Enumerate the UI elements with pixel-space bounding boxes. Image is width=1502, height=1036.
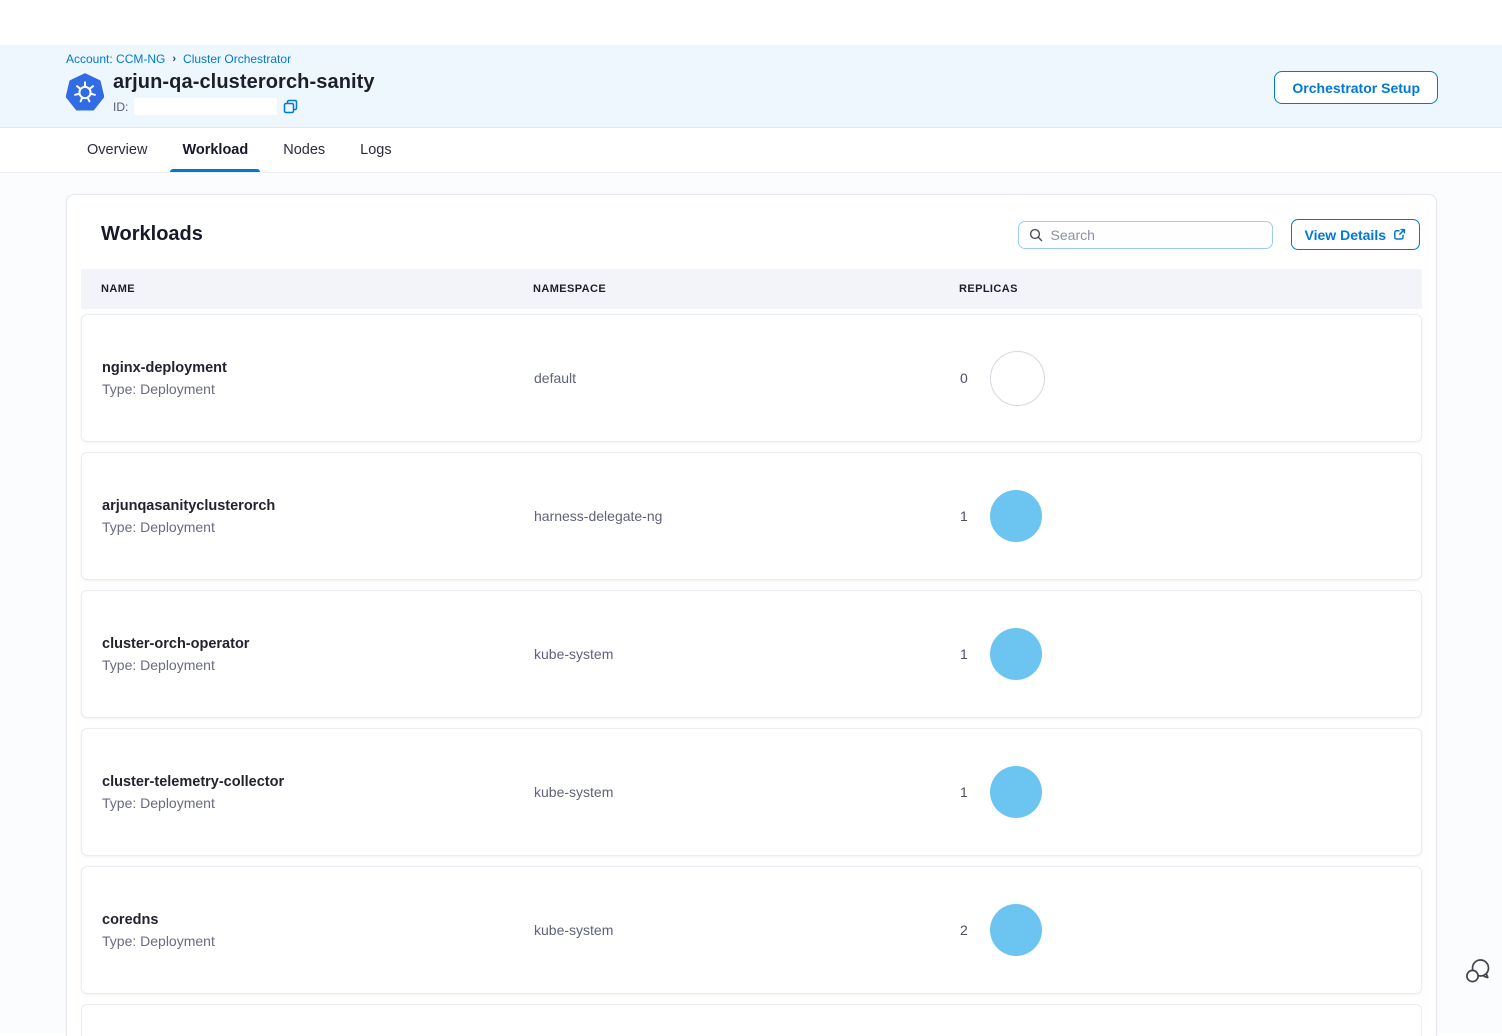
orchestrator-setup-button[interactable]: Orchestrator Setup [1274, 71, 1438, 104]
workload-replicas-cell: 1 [960, 490, 1421, 542]
content-area: Workloads View Details NAME NAMESPACE R [0, 173, 1502, 1033]
replica-count: 1 [960, 508, 969, 524]
copy-icon [283, 99, 298, 114]
workload-replicas-cell: 0 [960, 351, 1421, 406]
workload-namespace: kube-system [534, 922, 960, 938]
workload-name: coredns [102, 912, 534, 928]
help-chat-button[interactable] [1462, 956, 1493, 987]
workloads-title: Workloads [101, 223, 203, 246]
workload-name-cell: cluster-orch-operator Type: Deployment [102, 636, 534, 673]
workload-type: Type: Deployment [102, 657, 534, 673]
workload-type: Type: Deployment [102, 381, 534, 397]
replica-bubble [990, 490, 1042, 542]
column-header-name: NAME [101, 283, 533, 295]
replica-bubble [990, 628, 1042, 680]
kubernetes-icon [66, 73, 104, 113]
workload-name-cell: nginx-deployment Type: Deployment [102, 360, 534, 397]
workload-replicas-cell: 1 [960, 628, 1421, 680]
replica-count: 1 [960, 784, 969, 800]
tab-overview[interactable]: Overview [82, 128, 152, 172]
breadcrumb-chevron-icon: › [172, 53, 176, 65]
copy-id-button[interactable] [283, 99, 298, 114]
column-header-namespace: NAMESPACE [533, 283, 959, 295]
workload-type: Type: Deployment [102, 795, 534, 811]
tab-workload[interactable]: Workload [177, 128, 253, 172]
replica-bubble [990, 351, 1045, 406]
workload-replicas-cell: 2 [960, 904, 1421, 956]
workload-name: cluster-telemetry-collector [102, 774, 534, 790]
workload-type: Type: Deployment [102, 933, 534, 949]
view-details-button[interactable]: View Details [1291, 219, 1420, 250]
replica-count: 2 [960, 922, 969, 938]
workload-namespace: default [534, 370, 960, 386]
workload-name-cell: coredns Type: Deployment [102, 912, 534, 949]
breadcrumb: Account: CCM-NG › Cluster Orchestrator [66, 52, 1438, 66]
workload-replicas-cell: 1 [960, 766, 1421, 818]
replica-count: 1 [960, 646, 969, 662]
workload-type: Type: Deployment [102, 519, 534, 535]
page-title: arjun-qa-clusterorch-sanity [113, 71, 375, 94]
replica-bubble [990, 904, 1042, 956]
workload-namespace: kube-system [534, 646, 960, 662]
column-header-replicas: REPLICAS [959, 283, 1422, 295]
cluster-id-redacted-value [134, 98, 277, 115]
search-input[interactable] [1051, 227, 1262, 243]
workload-name: cluster-orch-operator [102, 636, 534, 652]
cluster-tabbar: Overview Workload Nodes Logs [0, 128, 1502, 173]
workload-name-cell: cluster-telemetry-collector Type: Deploy… [102, 774, 534, 811]
workloads-table-body: nginx-deployment Type: Deployment defaul… [81, 314, 1422, 1036]
replica-bubble [990, 766, 1042, 818]
breadcrumb-page-link[interactable]: Cluster Orchestrator [183, 52, 291, 66]
table-row[interactable]: arjunqasanityclusterorch Type: Deploymen… [81, 452, 1422, 580]
chat-bubbles-icon [1462, 956, 1493, 987]
workloads-search[interactable] [1018, 221, 1273, 249]
top-whitespace [0, 0, 1502, 45]
cluster-id-label: ID: [113, 100, 128, 114]
breadcrumb-account-link[interactable]: Account: CCM-NG [66, 52, 165, 66]
workload-namespace: kube-system [534, 784, 960, 800]
workloads-panel: Workloads View Details NAME NAMESPACE R [66, 194, 1437, 1036]
search-icon [1029, 228, 1043, 242]
workload-namespace: harness-delegate-ng [534, 508, 960, 524]
table-row[interactable]: cluster-telemetry-collector Type: Deploy… [81, 728, 1422, 856]
workload-name: nginx-deployment [102, 360, 534, 376]
table-row-partial[interactable] [81, 1004, 1422, 1036]
table-row[interactable]: nginx-deployment Type: Deployment defaul… [81, 314, 1422, 442]
workloads-table-header: NAME NAMESPACE REPLICAS [81, 269, 1422, 309]
external-link-icon [1393, 228, 1406, 241]
table-row[interactable]: cluster-orch-operator Type: Deployment k… [81, 590, 1422, 718]
cluster-header: Account: CCM-NG › Cluster Orchestrator [0, 45, 1502, 128]
workload-name-cell: arjunqasanityclusterorch Type: Deploymen… [102, 498, 534, 535]
table-row[interactable]: coredns Type: Deployment kube-system 2 [81, 866, 1422, 994]
tab-logs[interactable]: Logs [355, 128, 396, 172]
view-details-label: View Details [1305, 227, 1386, 243]
tab-nodes[interactable]: Nodes [278, 128, 330, 172]
replica-count: 0 [960, 370, 969, 386]
workload-name: arjunqasanityclusterorch [102, 498, 534, 514]
